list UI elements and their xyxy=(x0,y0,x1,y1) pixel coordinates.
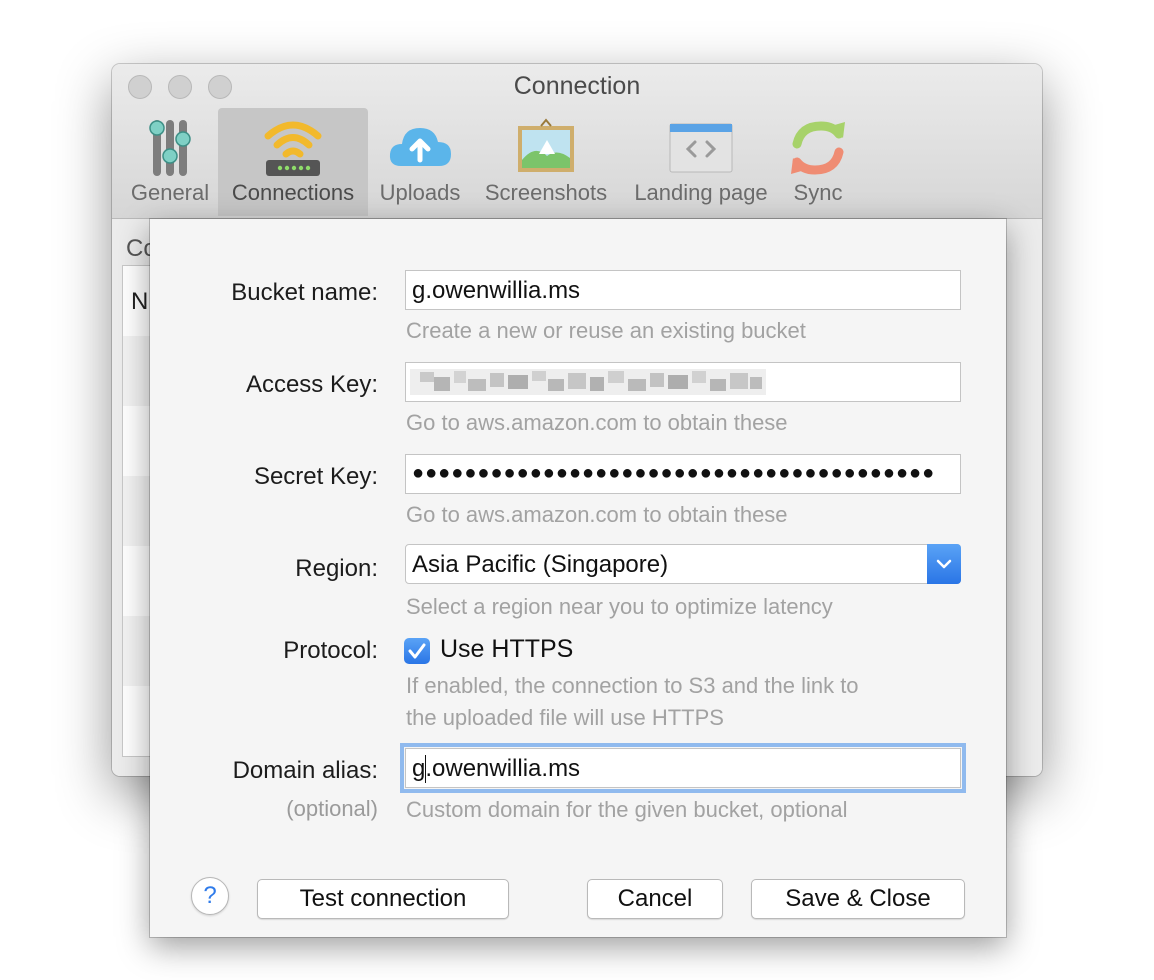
protocol-label: Protocol: xyxy=(283,637,378,664)
tab-uploads[interactable]: Uploads xyxy=(374,108,466,216)
window-title: Connection xyxy=(513,72,641,100)
region-label: Region: xyxy=(295,555,378,582)
domain-alias-value: g.owenwillia.ms xyxy=(412,755,581,782)
domain-alias-label: Domain alias: xyxy=(232,757,378,784)
protocol-hint-line2: the uploaded file will use HTTPS xyxy=(406,705,724,730)
tab-general[interactable]: General xyxy=(124,108,216,216)
bucket-name-label: Bucket name: xyxy=(231,279,378,306)
access-key-input[interactable] xyxy=(405,362,961,402)
sliders-icon xyxy=(149,120,191,176)
tab-landing-page[interactable]: Landing page xyxy=(626,108,776,216)
protocol-hint-line1: If enabled, the connection to S3 and the… xyxy=(406,673,859,698)
tab-label: General xyxy=(130,180,210,205)
cloud-upload-icon xyxy=(389,128,451,166)
tab-connections[interactable]: Connections xyxy=(218,108,368,216)
checkmark-icon xyxy=(408,643,426,659)
dropdown-arrow[interactable] xyxy=(927,544,961,584)
region-hint: Select a region near you to optimize lat… xyxy=(406,594,833,619)
secret-key-input[interactable]: ●●●●●●●●●●●●●●●●●●●●●●●●●●●●●●●●●●●●●●●● xyxy=(405,454,961,494)
table-column-header: N xyxy=(131,288,149,315)
domain-alias-optional-label: (optional) xyxy=(286,796,378,821)
text-cursor xyxy=(425,755,426,783)
region-select[interactable]: Asia Pacific (Singapore) xyxy=(405,544,961,584)
tab-label: Screenshots xyxy=(484,180,608,205)
picture-icon xyxy=(518,118,574,172)
redacted-text xyxy=(410,369,766,395)
cancel-button[interactable]: Cancel xyxy=(587,879,723,919)
help-button[interactable]: ? xyxy=(191,877,229,915)
use-https-checkbox[interactable] xyxy=(404,638,430,664)
domain-alias-input[interactable]: g.owenwillia.ms xyxy=(400,743,966,793)
region-selected-value: Asia Pacific (Singapore) xyxy=(412,551,669,578)
connection-sheet: Bucket name: g.owenwillia.ms Create a ne… xyxy=(150,219,1006,937)
tab-screenshots[interactable]: Screenshots xyxy=(476,108,616,216)
tab-label: Uploads xyxy=(379,180,461,205)
secret-key-label: Secret Key: xyxy=(253,463,378,490)
access-key-hint: Go to aws.amazon.com to obtain these xyxy=(406,410,788,435)
secret-key-hint: Go to aws.amazon.com to obtain these xyxy=(406,502,788,527)
title-bar: Connection General Connections Uploads S… xyxy=(112,64,1042,219)
use-https-label[interactable]: Use HTTPS xyxy=(440,635,573,664)
tab-sync[interactable]: Sync xyxy=(778,108,858,216)
tab-label: Sync xyxy=(793,180,843,205)
bucket-name-hint: Create a new or reuse an existing bucket xyxy=(406,318,806,343)
code-window-icon xyxy=(669,123,733,173)
domain-alias-hint: Custom domain for the given bucket, opti… xyxy=(406,797,848,822)
save-close-button[interactable]: Save & Close xyxy=(751,879,965,919)
bucket-name-input[interactable]: g.owenwillia.ms xyxy=(405,270,961,310)
chevron-down-icon xyxy=(936,559,952,569)
test-connection-button[interactable]: Test connection xyxy=(257,879,509,919)
wifi-router-icon xyxy=(264,121,322,176)
tab-label: Connections xyxy=(231,180,355,205)
sync-arrows-icon xyxy=(791,121,845,175)
tab-label: Landing page xyxy=(634,180,768,205)
access-key-label: Access Key: xyxy=(245,371,378,398)
